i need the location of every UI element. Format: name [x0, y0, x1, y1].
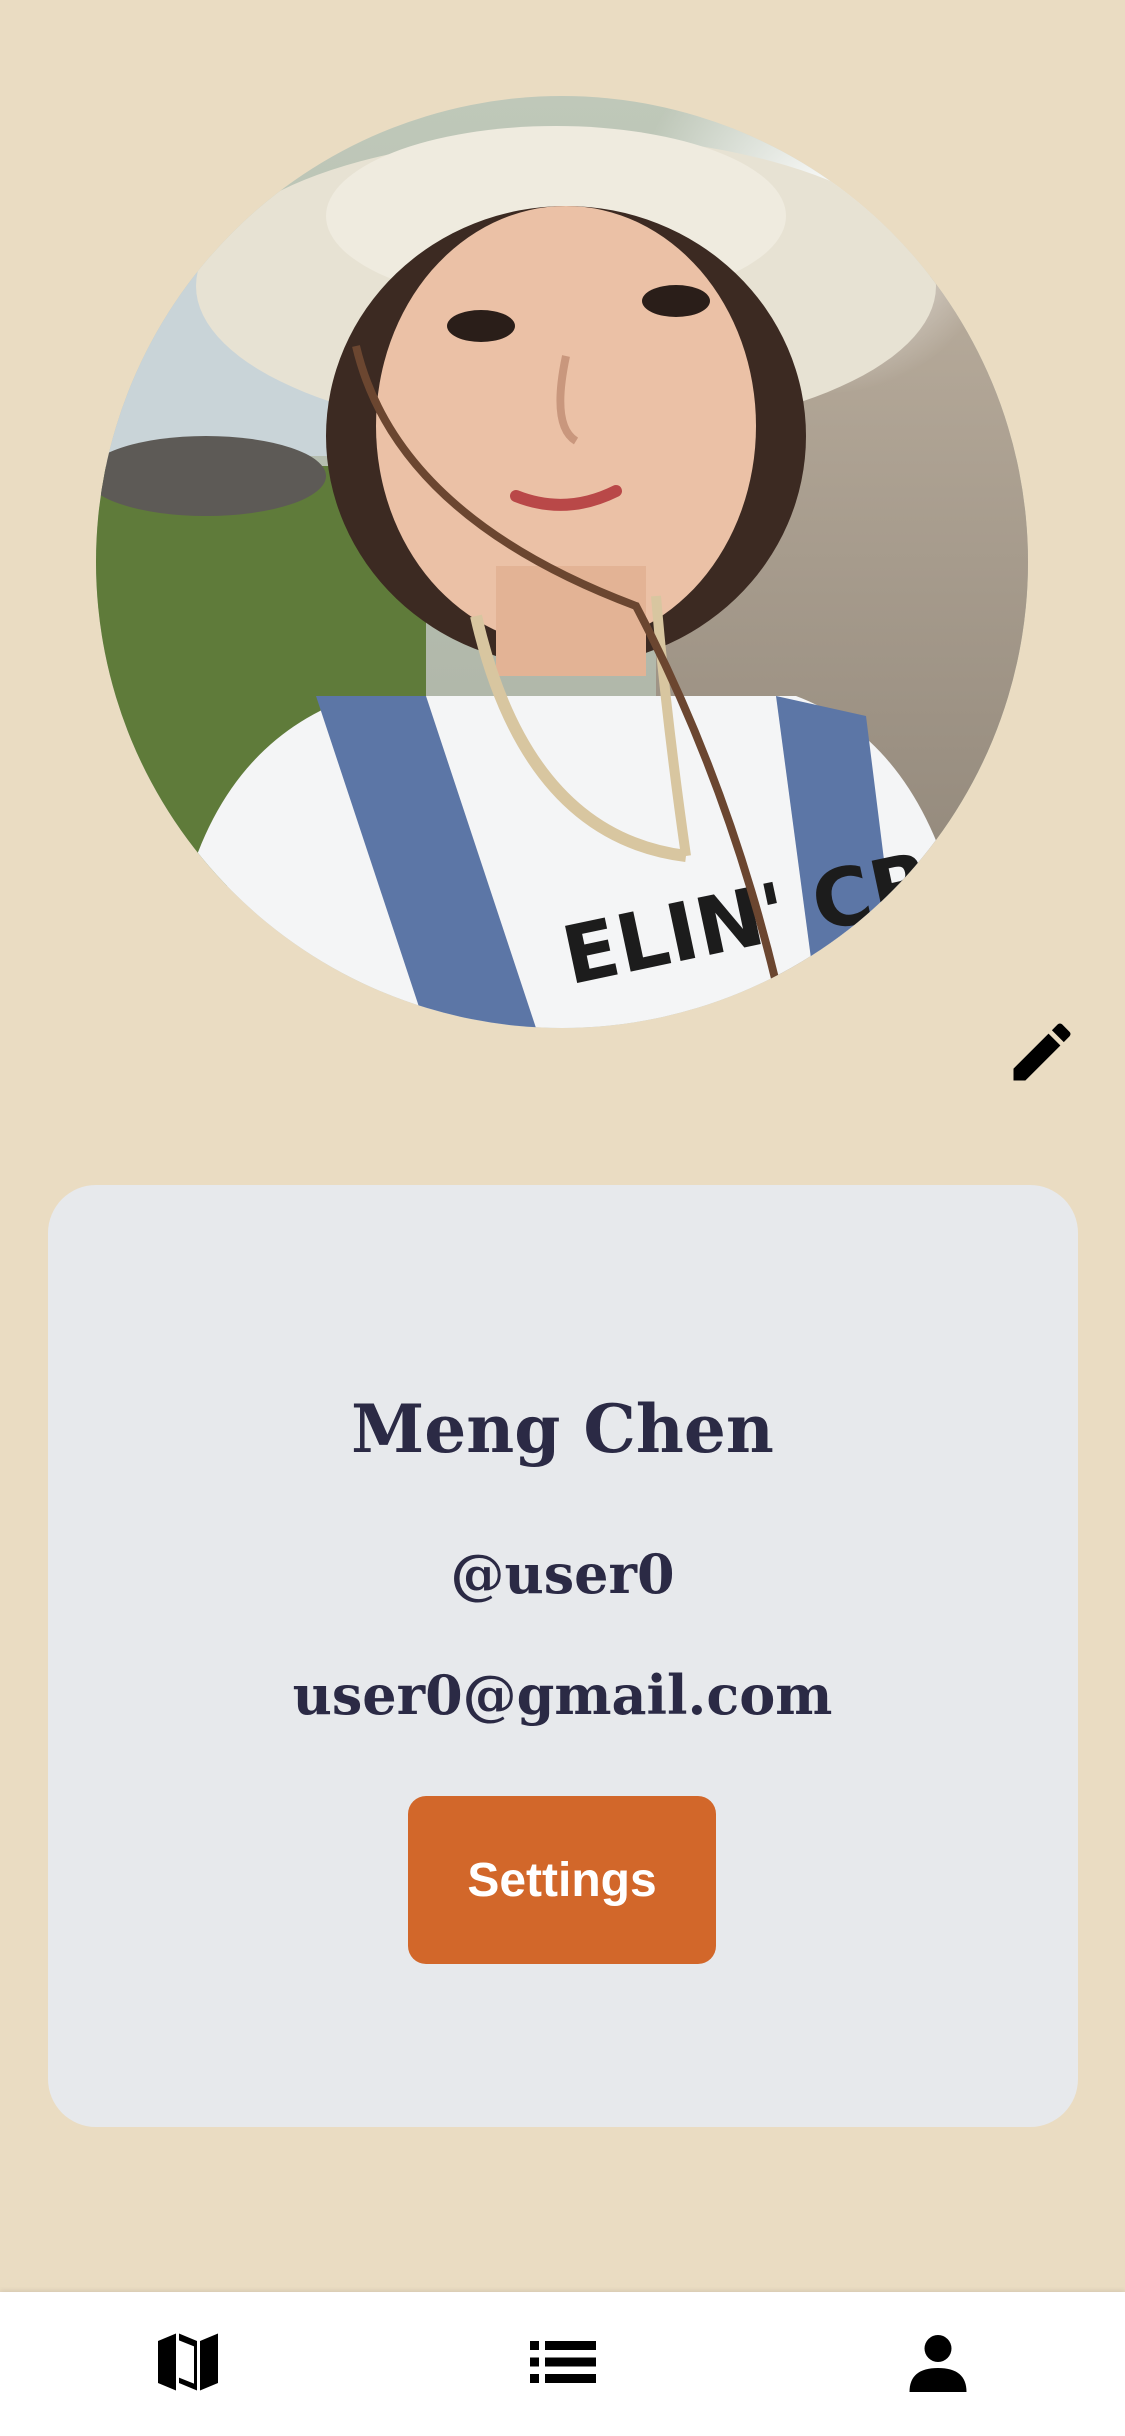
settings-button[interactable]: Settings — [408, 1796, 716, 1964]
user-name: Meng Chen — [351, 1390, 774, 1468]
map-icon — [152, 2326, 224, 2403]
person-icon — [902, 2326, 974, 2403]
profile-screen: ELIN' CRABBY Meng Chen @user0 user0@gmai… — [0, 0, 1125, 2436]
list-icon — [527, 2326, 599, 2403]
edit-profile-button[interactable] — [1000, 1012, 1084, 1096]
tab-map[interactable] — [0, 2292, 375, 2436]
user-handle: @user0 — [450, 1542, 675, 1606]
bottom-tab-bar — [0, 2292, 1125, 2436]
tab-profile[interactable] — [750, 2292, 1125, 2436]
profile-photo: ELIN' CRABBY — [96, 96, 1028, 1028]
user-email: user0@gmail.com — [292, 1663, 833, 1727]
profile-card — [48, 1185, 1078, 2127]
pencil-icon — [1004, 1014, 1080, 1095]
tab-list[interactable] — [375, 2292, 750, 2436]
